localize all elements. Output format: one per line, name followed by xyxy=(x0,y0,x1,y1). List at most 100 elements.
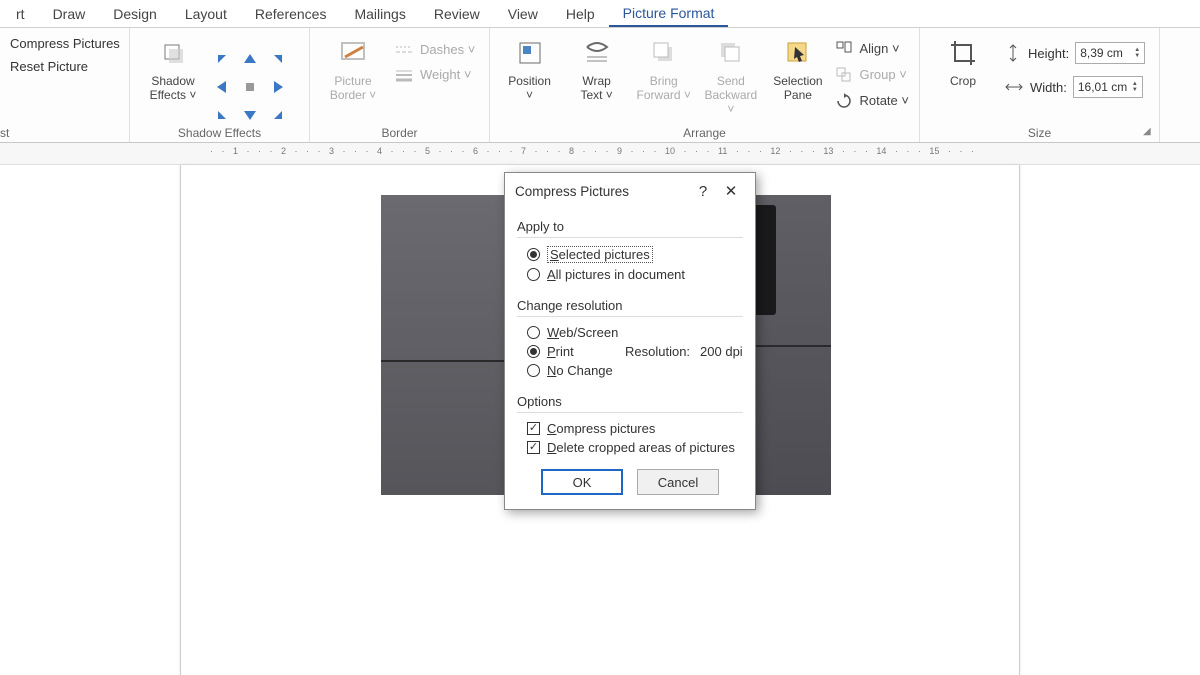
dialog-title-text: Compress Pictures xyxy=(515,184,689,199)
adjust-group-label: st xyxy=(0,126,129,140)
shadow-icon xyxy=(156,36,190,70)
ribbon-group-shadow: Shadow Effects ˅ Shadow Effects xyxy=(130,28,310,142)
reset-picture-button[interactable]: Reset Picture xyxy=(10,59,120,74)
nudge-center-icon[interactable] xyxy=(240,77,262,99)
checkbox-compress-indicator xyxy=(527,422,540,435)
ribbon-group-border: Picture Border ˅ Dashes ˅ Weight ˅ Borde… xyxy=(310,28,490,142)
width-spinner[interactable]: ▲▼ xyxy=(1132,81,1138,93)
nudge-nw-icon[interactable] xyxy=(214,51,236,73)
dashes-button[interactable]: Dashes ˅ xyxy=(394,42,475,57)
picture-border-button[interactable]: Picture Border ˅ xyxy=(320,36,386,102)
menu-references[interactable]: References xyxy=(241,2,341,26)
ribbon-group-arrange: Position ˅ Wrap Text ˅ Bring Forward ˅ S… xyxy=(490,28,920,142)
menu-picture-format[interactable]: Picture Format xyxy=(609,1,729,27)
checkbox-compress-label: Compress pictures xyxy=(547,421,655,436)
options-label: Options xyxy=(517,394,743,413)
align-icon xyxy=(835,40,853,56)
cancel-button[interactable]: Cancel xyxy=(637,469,719,495)
bring-forward-label: Bring Forward ˅ xyxy=(637,74,691,102)
group-label: Group ˅ xyxy=(859,67,906,82)
compress-pictures-dialog: Compress Pictures ? ✕ Apply to Selected … xyxy=(504,172,756,510)
dashes-label: Dashes ˅ xyxy=(420,42,475,57)
align-label: Align ˅ xyxy=(859,41,899,56)
radio-all-label: All pictures in document xyxy=(547,267,685,282)
ruler-ticks: · · 1 · · · 2 · · · 3 · · · 4 · · · 5 · … xyxy=(210,146,974,156)
change-resolution-label: Change resolution xyxy=(517,298,743,317)
ribbon-group-size: Crop Height: 8,39 cm ▲▼ Width: 16,01 cm xyxy=(920,28,1160,142)
position-icon xyxy=(513,36,547,70)
wrap-icon xyxy=(580,36,614,70)
menu-mailings[interactable]: Mailings xyxy=(340,2,419,26)
dialog-titlebar[interactable]: Compress Pictures ? ✕ xyxy=(505,173,755,209)
weight-button[interactable]: Weight ˅ xyxy=(394,67,475,82)
ribbon: Compress Pictures Reset Picture st Shado… xyxy=(0,28,1200,143)
nudge-se-icon[interactable] xyxy=(266,103,288,125)
menu-bar: rt Draw Design Layout References Mailing… xyxy=(0,0,1200,28)
checkbox-delete-label: Delete cropped areas of pictures xyxy=(547,440,735,455)
radio-no-change[interactable]: No Change xyxy=(517,361,743,380)
radio-print-indicator xyxy=(527,345,540,358)
crop-button[interactable]: Crop xyxy=(930,36,996,88)
align-button[interactable]: Align ˅ xyxy=(835,40,909,56)
radio-selected-indicator xyxy=(527,248,540,261)
width-input[interactable]: 16,01 cm ▲▼ xyxy=(1073,76,1143,98)
horizontal-ruler[interactable]: · · 1 · · · 2 · · · 3 · · · 4 · · · 5 · … xyxy=(0,143,1200,165)
crop-label: Crop xyxy=(950,74,976,88)
menu-draw[interactable]: Draw xyxy=(39,2,100,26)
menu-help[interactable]: Help xyxy=(552,2,609,26)
height-icon xyxy=(1004,43,1022,63)
radio-all-pictures[interactable]: All pictures in document xyxy=(517,265,743,284)
wrap-label: Wrap Text ˅ xyxy=(580,74,612,102)
radio-web-indicator xyxy=(527,326,540,339)
selection-pane-icon xyxy=(781,36,815,70)
nudge-ne-icon[interactable] xyxy=(266,51,288,73)
radio-selected-label: Selected pictures xyxy=(547,246,653,263)
nudge-sw-icon[interactable] xyxy=(214,103,236,125)
bring-forward-icon xyxy=(647,36,681,70)
nudge-e-icon[interactable] xyxy=(266,77,288,99)
dialog-close-button[interactable]: ✕ xyxy=(717,182,745,200)
rotate-button[interactable]: Rotate ˅ xyxy=(835,92,909,108)
checkbox-delete-indicator xyxy=(527,441,540,454)
shadow-group-label: Shadow Effects xyxy=(130,126,309,140)
width-label: Width: xyxy=(1030,80,1067,95)
position-label: Position ˅ xyxy=(508,74,551,102)
radio-nochange-label: No Change xyxy=(547,363,613,378)
menu-layout[interactable]: Layout xyxy=(171,2,241,26)
nudge-s-icon[interactable] xyxy=(240,103,262,125)
selection-pane-button[interactable]: Selection Pane xyxy=(768,36,827,102)
size-dialog-launcher[interactable]: ◢ xyxy=(1143,126,1155,138)
crop-icon xyxy=(946,36,980,70)
width-icon xyxy=(1004,78,1024,96)
radio-selected-pictures[interactable]: Selected pictures xyxy=(517,244,743,265)
menu-view[interactable]: View xyxy=(494,2,552,26)
compress-pictures-button[interactable]: Compress Pictures xyxy=(10,36,120,51)
radio-web-screen[interactable]: Web/Screen xyxy=(517,323,743,342)
nudge-n-icon[interactable] xyxy=(240,51,262,73)
group-button[interactable]: Group ˅ xyxy=(835,66,909,82)
menu-design[interactable]: Design xyxy=(99,2,171,26)
size-group-label: Size xyxy=(920,126,1159,140)
checkbox-delete-cropped[interactable]: Delete cropped areas of pictures xyxy=(517,438,743,457)
shadow-effects-label: Shadow Effects ˅ xyxy=(150,74,197,102)
send-backward-label: Send Backward ˅ xyxy=(701,74,760,116)
nudge-w-icon[interactable] xyxy=(214,77,236,99)
send-backward-icon xyxy=(714,36,748,70)
height-spinner[interactable]: ▲▼ xyxy=(1134,47,1140,59)
menu-insert[interactable]: rt xyxy=(2,2,39,26)
send-backward-button[interactable]: Send Backward ˅ xyxy=(701,36,760,116)
shadow-effects-button[interactable]: Shadow Effects ˅ xyxy=(140,36,206,102)
wrap-text-button[interactable]: Wrap Text ˅ xyxy=(567,36,626,102)
checkbox-compress-pictures[interactable]: Compress pictures xyxy=(517,419,743,438)
height-input[interactable]: 8,39 cm ▲▼ xyxy=(1075,42,1145,64)
dialog-help-button[interactable]: ? xyxy=(689,183,717,200)
arrange-group-label: Arrange xyxy=(490,126,919,140)
ok-button[interactable]: OK xyxy=(541,469,623,495)
position-button[interactable]: Position ˅ xyxy=(500,36,559,102)
height-label: Height: xyxy=(1028,46,1069,61)
bring-forward-button[interactable]: Bring Forward ˅ xyxy=(634,36,693,102)
dashes-icon xyxy=(394,43,414,57)
width-value: 16,01 cm xyxy=(1078,80,1127,94)
radio-print[interactable]: Print xyxy=(517,342,617,361)
menu-review[interactable]: Review xyxy=(420,2,494,26)
